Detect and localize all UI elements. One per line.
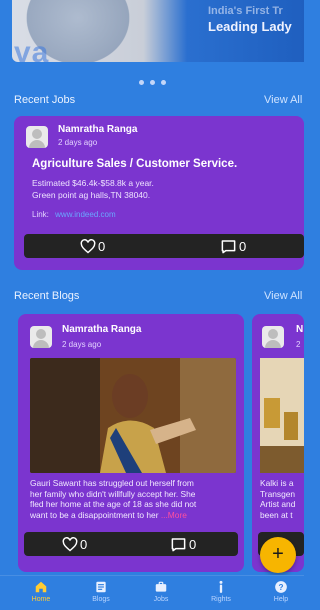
bottom-navigation: Home Blogs Jobs Rights ? Help <box>0 575 304 610</box>
blog-posted-time: 2 <box>296 340 301 349</box>
view-all-blogs-link[interactable]: View All <box>264 290 304 302</box>
help-icon: ? <box>275 581 287 593</box>
like-button[interactable]: 0 <box>62 535 87 553</box>
like-count: 0 <box>80 536 88 552</box>
job-posted-time: 2 days ago <box>58 138 98 147</box>
blog-card[interactable]: Namratha Ranga 2 days ago Gauri Sawant h… <box>18 314 244 572</box>
avatar <box>26 126 48 148</box>
job-link-label: Link: <box>32 210 49 219</box>
section-title: Recent Jobs <box>14 94 76 106</box>
blog-text-line: Artist and <box>260 499 296 510</box>
nav-label: Help <box>273 596 289 603</box>
blog-text-line4: want to be a disappointment to her <box>30 509 159 520</box>
job-author-name: Namratha Ranga <box>58 124 138 135</box>
blog-excerpt: Kalki is a Transgen Artist and been at t <box>260 478 304 520</box>
nav-label: Home <box>31 596 51 603</box>
comment-icon <box>221 239 236 253</box>
job-card[interactable]: Namratha Ranga 2 days ago Agriculture Sa… <box>14 116 304 270</box>
comment-count: 0 <box>189 536 197 552</box>
blog-action-bar: 0 0 <box>24 532 238 556</box>
blogs-icon <box>96 581 106 593</box>
jobs-icon <box>155 581 167 592</box>
blog-text-line: been at t <box>260 509 293 520</box>
nav-item-jobs[interactable]: Jobs <box>131 580 191 603</box>
nav-item-help[interactable]: ? Help <box>251 580 311 603</box>
blog-posted-time: 2 days ago <box>62 340 102 349</box>
blog-excerpt: Gauri Sawant has struggled out herself f… <box>30 478 240 520</box>
nav-item-rights[interactable]: Rights <box>191 580 251 603</box>
job-location: Green point ag halls,TN 38040. <box>32 190 151 200</box>
avatar <box>30 326 52 348</box>
blog-text-line: Transgen <box>260 488 296 499</box>
view-all-jobs-link[interactable]: View All <box>264 94 304 106</box>
banner-caption-line2: Leading Lady <box>208 19 292 34</box>
carousel-dot[interactable] <box>160 80 166 85</box>
blog-text-line: Gauri Sawant has struggled out herself f… <box>30 478 194 488</box>
job-link-row: Link: www.indeed.com <box>32 210 116 219</box>
blog-image[interactable] <box>30 358 236 473</box>
job-title: Agriculture Sales / Customer Service. <box>32 158 238 170</box>
heart-icon <box>80 238 96 253</box>
svg-text:?: ? <box>279 583 284 592</box>
like-count: 0 <box>98 238 106 254</box>
job-action-bar: 0 0 <box>24 234 304 258</box>
blog-text-line: want to be a disappointment to her ...Mo… <box>30 510 240 521</box>
blog-text-line: fled her home at the age of 18 as she di… <box>30 499 197 510</box>
comment-button[interactable]: 0 <box>220 237 246 255</box>
nav-label: Jobs <box>153 596 169 603</box>
nav-label: Rights <box>211 596 231 603</box>
blog-text-line: her family who didn't willfully accept h… <box>30 488 196 499</box>
carousel-dot[interactable] <box>149 80 155 85</box>
nav-label: Blogs <box>92 596 110 603</box>
comment-button[interactable]: 0 <box>170 535 196 553</box>
home-icon <box>35 581 47 593</box>
blog-text-line: Kalki is a <box>260 478 294 488</box>
add-button[interactable]: + <box>260 537 296 573</box>
blog-author-name: Namratha Ranga <box>62 324 142 335</box>
banner-caption: India's First Tr Leading Lady <box>208 4 296 34</box>
hero-banner[interactable]: va India's First Tr Leading Lady <box>12 0 304 62</box>
carousel-indicator <box>0 72 304 90</box>
job-link-url[interactable]: www.indeed.com <box>55 210 115 219</box>
like-button[interactable]: 0 <box>80 237 105 255</box>
blog-photo <box>260 358 304 473</box>
blog-card[interactable]: N 2 Kalki is a Transgen Artist and been … <box>252 314 304 572</box>
heart-icon <box>62 536 78 551</box>
job-salary: Estimated $46.4k-$58.8k a year. <box>32 178 154 188</box>
blog-author-name: N <box>296 324 304 335</box>
nav-item-blogs[interactable]: Blogs <box>71 580 131 603</box>
comment-icon <box>171 537 186 551</box>
comment-count: 0 <box>239 238 247 254</box>
banner-watermark: va <box>14 36 50 62</box>
avatar <box>262 326 284 348</box>
blog-image[interactable] <box>260 358 304 473</box>
read-more-link[interactable]: ...More <box>161 510 187 520</box>
section-title: Recent Blogs <box>14 290 80 302</box>
nav-item-home[interactable]: Home <box>11 580 71 603</box>
carousel-dot[interactable] <box>138 80 144 85</box>
rights-icon <box>219 580 223 593</box>
blog-photo <box>30 358 236 473</box>
banner-caption-line1: India's First Tr <box>208 5 283 17</box>
